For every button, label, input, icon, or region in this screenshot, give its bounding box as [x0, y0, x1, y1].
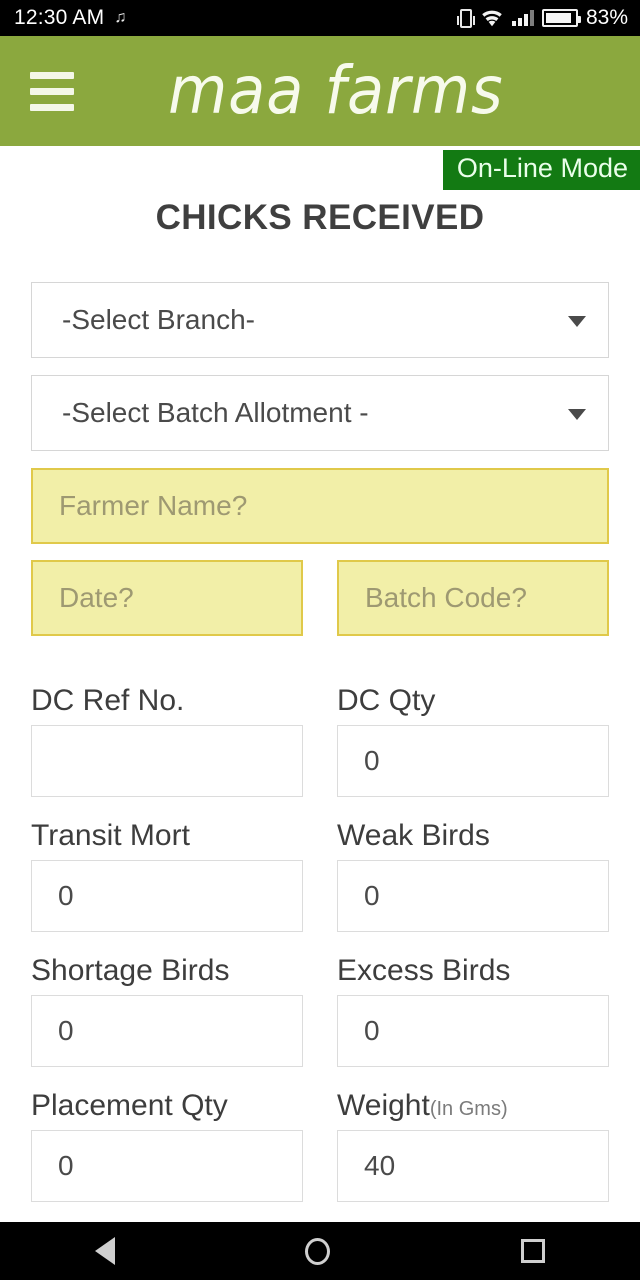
- weak-birds-label: Weak Birds: [337, 819, 490, 852]
- home-circle-icon[interactable]: [305, 1237, 331, 1265]
- transit-mort-input[interactable]: 0: [31, 860, 303, 932]
- date-input[interactable]: Date?: [31, 560, 303, 636]
- status-bar-right: 83%: [456, 6, 628, 30]
- battery-icon: [541, 9, 581, 27]
- chevron-down-icon: [568, 409, 586, 420]
- placement-qty-input[interactable]: 0: [31, 1130, 303, 1202]
- field-shortage-birds: Shortage Birds 0: [31, 954, 303, 1067]
- date-placeholder: Date?: [59, 582, 134, 613]
- field-row-shortage-excess: Shortage Birds 0 Excess Birds 0: [31, 954, 609, 1067]
- status-clock: 12:30 AM: [14, 6, 105, 29]
- weight-value: 40: [364, 1150, 396, 1181]
- app-logo: maa farms: [168, 52, 504, 129]
- dc-qty-value: 0: [364, 745, 380, 776]
- shortage-birds-input[interactable]: 0: [31, 995, 303, 1067]
- dc-ref-no-label: DC Ref No.: [31, 684, 185, 717]
- excess-birds-value: 0: [364, 1015, 380, 1046]
- placement-qty-value: 0: [58, 1150, 74, 1181]
- numeric-fields-grid: DC Ref No. DC Qty 0 Transit Mort 0 Weak …: [31, 684, 609, 1202]
- weight-input[interactable]: 40: [337, 1130, 609, 1202]
- shortage-birds-label: Shortage Birds: [31, 954, 230, 987]
- field-dc-ref-no: DC Ref No.: [31, 684, 303, 797]
- select-batch-allotment-dropdown[interactable]: -Select Batch Allotment -: [31, 375, 609, 451]
- wifi-icon: [482, 10, 502, 26]
- phone-screen: 12:30 AM ♫ 83% maa farms On-Line Mode CH…: [0, 0, 640, 1280]
- back-triangle-icon[interactable]: [95, 1237, 116, 1265]
- dc-ref-no-input[interactable]: [31, 725, 303, 797]
- chicks-received-form: -Select Branch- -Select Batch Allotment …: [0, 282, 640, 1202]
- batch-code-input[interactable]: Batch Code?: [337, 560, 609, 636]
- dc-qty-input[interactable]: 0: [337, 725, 609, 797]
- batch-code-placeholder: Batch Code?: [365, 582, 527, 613]
- weight-label: Weight(In Gms): [337, 1089, 508, 1122]
- field-weak-birds: Weak Birds 0: [337, 819, 609, 932]
- farmer-name-placeholder: Farmer Name?: [59, 490, 248, 521]
- field-dc-qty: DC Qty 0: [337, 684, 609, 797]
- music-note-icon: ♫: [114, 9, 127, 26]
- shortage-birds-value: 0: [58, 1015, 74, 1046]
- weak-birds-input[interactable]: 0: [337, 860, 609, 932]
- excess-birds-label: Excess Birds: [337, 954, 511, 987]
- field-weight: Weight(In Gms) 40: [337, 1089, 609, 1202]
- select-branch-value: -Select Branch-: [62, 304, 255, 335]
- battery-percent: 83%: [585, 6, 628, 29]
- status-badge: On-Line Mode: [442, 150, 640, 190]
- field-placement-qty: Placement Qty 0: [31, 1089, 303, 1202]
- signal-bars-icon: [511, 10, 534, 26]
- field-row-placement-weight: Placement Qty 0 Weight(In Gms) 40: [31, 1089, 609, 1202]
- recents-square-icon[interactable]: [520, 1239, 545, 1263]
- hamburger-menu-icon[interactable]: [30, 71, 74, 111]
- select-branch-dropdown[interactable]: -Select Branch-: [31, 282, 609, 358]
- dc-qty-label: DC Qty: [337, 684, 436, 717]
- date-batchcode-row: Date? Batch Code?: [31, 560, 609, 636]
- placement-qty-label: Placement Qty: [31, 1089, 228, 1122]
- transit-mort-label: Transit Mort: [31, 819, 190, 852]
- weight-label-unit: (In Gms): [429, 1098, 508, 1120]
- chevron-down-icon: [568, 316, 586, 327]
- page-title: CHICKS RECEIVED: [155, 198, 485, 237]
- status-bar-left: 12:30 AM ♫: [14, 6, 126, 30]
- farmer-name-input[interactable]: Farmer Name?: [31, 468, 609, 544]
- weak-birds-value: 0: [364, 880, 380, 911]
- status-bar: 12:30 AM ♫ 83%: [0, 0, 640, 36]
- field-row-dc: DC Ref No. DC Qty 0: [31, 684, 609, 797]
- app-header: maa farms: [0, 36, 640, 146]
- field-transit-mort: Transit Mort 0: [31, 819, 303, 932]
- select-batch-allotment-value: -Select Batch Allotment -: [62, 397, 369, 428]
- vibrate-icon: [456, 8, 475, 28]
- status-badge-row: On-Line Mode: [0, 146, 640, 190]
- field-row-mort-weak: Transit Mort 0 Weak Birds 0: [31, 819, 609, 932]
- transit-mort-value: 0: [58, 880, 74, 911]
- excess-birds-input[interactable]: 0: [337, 995, 609, 1067]
- field-excess-birds: Excess Birds 0: [337, 954, 609, 1067]
- android-nav-bar: [0, 1222, 640, 1280]
